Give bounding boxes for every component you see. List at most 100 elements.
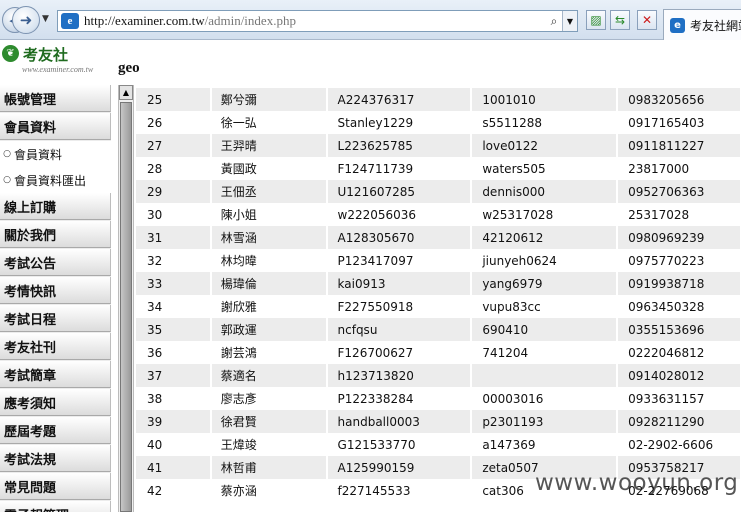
cell-number: 39 [136, 410, 212, 433]
cell-password: 741204 [471, 341, 619, 364]
table-row: 32 林均暐 P123417097 jiunyeh0624 0975770223 [136, 249, 741, 272]
address-bar[interactable]: e http://examiner.com.tw/admin/index.php… [57, 10, 578, 32]
cell-number: 27 [136, 134, 212, 157]
cell-account: P123417097 [326, 249, 473, 272]
sidebar-item[interactable]: 線上訂購 [0, 193, 111, 220]
table-row: 34 謝欣雅 F227550918 vupu83cc 0963450328 [136, 295, 741, 318]
cell-account: F124711739 [326, 157, 473, 180]
sidebar-item[interactable]: 考試法規 [0, 445, 111, 472]
watermark: www.wooyun.org [535, 470, 739, 496]
vertical-scrollbar[interactable]: ▲ [118, 85, 134, 512]
cell-name: 廖志彥 [210, 387, 328, 410]
table-row: 31 林雪涵 A128305670 42120612 0980969239 [136, 226, 741, 249]
cell-phone: 0222046812 [617, 341, 741, 364]
sidebar-item[interactable]: 應考須知 [0, 389, 111, 416]
cell-name: 郭政運 [210, 318, 328, 341]
forward-button[interactable]: ➜ [12, 6, 40, 34]
cell-account: w222056036 [326, 203, 473, 226]
cell-phone: 0917165403 [617, 111, 741, 134]
cell-password: a147369 [471, 433, 619, 456]
cell-name: 蔡亦涵 [210, 479, 328, 502]
table-row: 36 謝芸鴻 F126700627 741204 0222046812 [136, 341, 741, 364]
table-row: 28 黃國政 F124711739 waters505 23817000 [136, 157, 741, 180]
cell-account: Stanley1229 [326, 111, 473, 134]
cell-account: G121533770 [326, 433, 473, 456]
page-title: geo [118, 60, 140, 76]
member-table: 25 鄭兮彌 A224376317 1001010 0983205656 26 徐一弘 Sta… [136, 78, 741, 502]
cell-name: 徐一弘 [210, 111, 328, 134]
cell-number: 41 [136, 456, 212, 479]
cell-phone: 25317028 [617, 203, 741, 226]
table-row: 40 王煒竣 G121533770 a147369 02-2902-6606 [136, 433, 741, 456]
sidebar-item[interactable]: 考試簡章 [0, 361, 111, 388]
browser-tab[interactable]: e 考友社網站 [663, 9, 741, 40]
sidebar-item[interactable]: 帳號管理 [0, 85, 111, 112]
sidebar-item[interactable]: 關於我們 [0, 221, 111, 248]
address-dropdown-icon[interactable]: ▼ [562, 11, 577, 31]
stop-button[interactable]: ✕ [637, 10, 657, 30]
sidebar-item[interactable]: 會員資料 [0, 113, 111, 140]
cell-account: F126700627 [326, 341, 473, 364]
compatibility-icon: ▨ [590, 13, 602, 27]
cell-name: 徐君賢 [210, 410, 328, 433]
cell-phone: 0355153696 [617, 318, 741, 341]
sidebar-item[interactable]: 常見問題 [0, 473, 111, 500]
cell-account: h123713820 [326, 364, 473, 387]
cell-password: yang6979 [471, 272, 619, 295]
cell-password: 00003016 [471, 387, 619, 410]
cell-account: A128305670 [326, 226, 473, 249]
cell-name: 王佃丞 [210, 180, 328, 203]
sidebar-subitem[interactable]: ○ 會員資料匯出 [0, 167, 111, 193]
sidebar-item[interactable]: 歷屆考題 [0, 417, 111, 444]
cell-number: 40 [136, 433, 212, 456]
cell-number: 28 [136, 157, 212, 180]
browser-toolbar: ◀ ➜ ▼ e http://examiner.com.tw/admin/ind… [0, 0, 741, 40]
sidebar-item[interactable]: 考情快訊 [0, 277, 111, 304]
scroll-up-button[interactable]: ▲ [119, 85, 133, 100]
cell-name: 林雪涵 [210, 226, 328, 249]
cell-number: 30 [136, 203, 212, 226]
address-path: /admin/index.php [204, 13, 296, 28]
cell-name: 鄭兮彌 [210, 88, 328, 111]
cell-account: P122338284 [326, 387, 473, 410]
tab-label: 考友社網站 [690, 18, 741, 33]
table-row: 39 徐君賢 handball0003 p2301193 0928211290 [136, 410, 741, 433]
cell-password: p2301193 [471, 410, 619, 433]
sidebar-item[interactable]: 考試日程 [0, 305, 111, 332]
refresh-button[interactable]: ⇆ [610, 10, 630, 30]
cell-phone: 23817000 [617, 157, 741, 180]
table-row: 38 廖志彥 P122338284 00003016 0933631157 [136, 387, 741, 410]
cell-name: 王煒竣 [210, 433, 328, 456]
site-logo[interactable]: ❦ 考友社 www.examiner.com.tw [0, 42, 112, 78]
history-dropdown-icon[interactable]: ▼ [42, 14, 49, 24]
cell-number: 26 [136, 111, 212, 134]
leaf-logo-icon: ❦ [2, 45, 19, 62]
cell-name: 蔡適名 [210, 364, 328, 387]
compatibility-view-button[interactable]: ▨ [586, 10, 606, 30]
up-arrow-icon: ▲ [122, 88, 130, 97]
cell-password: dennis000 [471, 180, 619, 203]
cell-password: w25317028 [471, 203, 619, 226]
forward-arrow-icon: ➜ [19, 11, 33, 29]
cell-phone: 0933631157 [617, 387, 741, 410]
cell-name: 謝欣雅 [210, 295, 328, 318]
table-row: 25 鄭兮彌 A224376317 1001010 0983205656 [136, 88, 741, 111]
sidebar-item[interactable]: 電子報管理 [0, 501, 111, 512]
address-input[interactable]: http://examiner.com.tw/admin/index.php [84, 13, 546, 29]
scroll-thumb[interactable] [120, 102, 132, 512]
cell-phone: 02-2902-6606 [617, 433, 741, 456]
cell-phone: 0911811227 [617, 134, 741, 157]
cell-password: jiunyeh0624 [471, 249, 619, 272]
sidebar-subitem-label: 會員資料 [14, 147, 63, 162]
sidebar-subitem[interactable]: ○ 會員資料 [0, 141, 111, 167]
cell-phone: 0952706363 [617, 180, 741, 203]
cell-account: L223625785 [326, 134, 473, 157]
sidebar-item[interactable]: 考試公告 [0, 249, 111, 276]
cell-number: 25 [136, 88, 212, 111]
table-row-partial [136, 78, 741, 88]
brand-url: www.examiner.com.tw [22, 65, 94, 74]
sidebar-item[interactable]: 考友社刊 [0, 333, 111, 360]
table-row: 30 陳小姐 w222056036 w25317028 25317028 [136, 203, 741, 226]
search-icon[interactable]: ⌕ [546, 14, 562, 29]
tab-page-icon: e [670, 17, 685, 33]
